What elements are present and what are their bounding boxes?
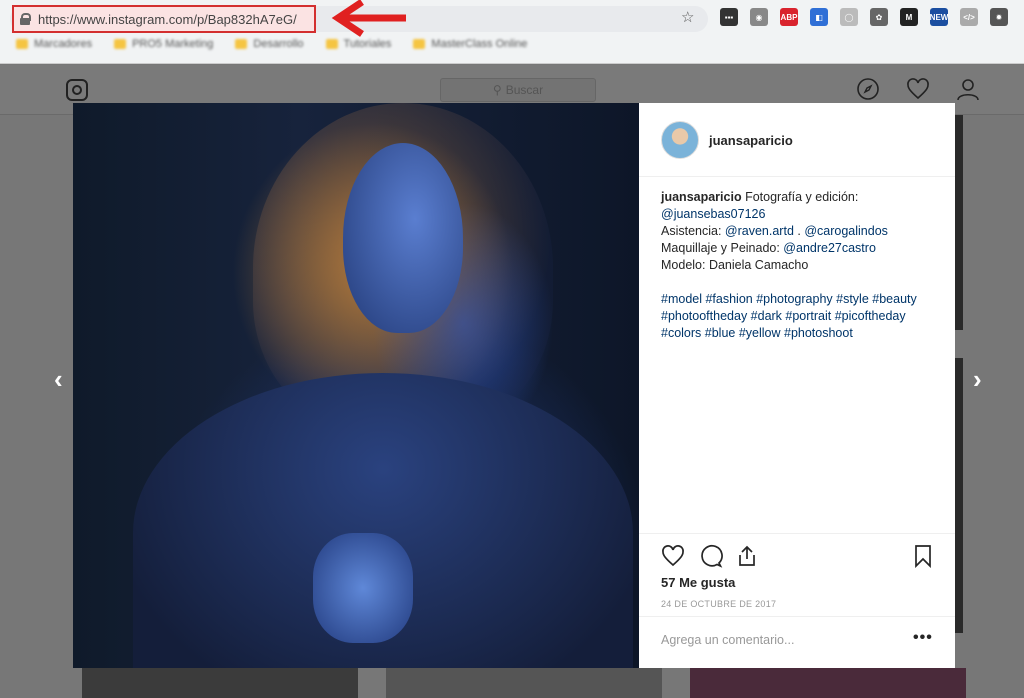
- post-photo[interactable]: [73, 103, 639, 668]
- assist-separator: .: [793, 224, 805, 238]
- extensions-toolbar: ▪▪▪ ◉ ABP ◧ ◯ ✿ M NEW </> ✹: [720, 8, 1008, 26]
- makeup-link[interactable]: @andre27castro: [783, 241, 876, 255]
- assist-link-1[interactable]: @raven.artd: [725, 224, 794, 238]
- assist-link-2[interactable]: @carogalindos: [804, 224, 888, 238]
- photo-hand: [313, 533, 413, 643]
- settings-ext-icon[interactable]: ✹: [990, 8, 1008, 26]
- hashtags[interactable]: #model #fashion #photography #style #bea…: [661, 291, 937, 342]
- instagram-logo-icon[interactable]: [66, 79, 88, 101]
- comment-bubble-icon[interactable]: [699, 544, 723, 568]
- bookmark-label: Tutoriales: [343, 38, 392, 50]
- save-bookmark-icon[interactable]: [911, 544, 935, 568]
- folder-icon: [114, 39, 127, 49]
- likes-count[interactable]: 57 Me gusta: [661, 575, 735, 590]
- bookmark-label: Desarrollo: [253, 38, 304, 50]
- header-nav: [856, 77, 980, 101]
- bookmark-star-icon[interactable]: ☆: [681, 8, 694, 26]
- post-modal: juansaparicio juansaparicio Fotografía y…: [73, 103, 955, 668]
- search-icon: ⚲: [492, 83, 502, 97]
- author-username[interactable]: juansaparicio: [709, 133, 793, 148]
- caption-intro: Fotografía y edición:: [741, 190, 859, 204]
- camera-icon[interactable]: ◉: [750, 8, 768, 26]
- post-date: 24 DE OCTUBRE DE 2017: [661, 599, 777, 609]
- new-ext-icon[interactable]: NEW: [930, 8, 948, 26]
- post-actions: [639, 533, 955, 573]
- post-sidebar: juansaparicio juansaparicio Fotografía y…: [639, 103, 955, 668]
- bookmark-item[interactable]: Marcadores: [16, 38, 92, 50]
- comment-input[interactable]: [661, 633, 901, 647]
- lock-icon: [20, 13, 31, 25]
- background-thumbnail: [955, 358, 963, 633]
- bookmark-label: Marcadores: [34, 38, 93, 50]
- photo-face: [343, 143, 463, 333]
- bookmark-label: PRO5 Marketing: [132, 38, 214, 50]
- comment-row: •••: [639, 616, 955, 668]
- bookmark-label: MasterClass Online: [431, 38, 528, 50]
- background-thumbnail: [82, 668, 358, 698]
- folder-icon: [16, 39, 28, 49]
- folder-icon: [413, 39, 426, 49]
- share-icon[interactable]: [735, 544, 759, 568]
- background-thumbnail: [690, 668, 966, 698]
- folder-icon: [235, 39, 248, 49]
- assist-label: Asistencia:: [661, 224, 725, 238]
- search-placeholder: Buscar: [505, 83, 544, 97]
- background-grid: [0, 668, 1024, 698]
- m-ext-icon[interactable]: M: [900, 8, 918, 26]
- adblock-icon[interactable]: ABP: [780, 8, 798, 26]
- browser-chrome: https://www.instagram.com/p/Bap832hA7eG/…: [0, 0, 1024, 64]
- compass-icon[interactable]: [856, 77, 880, 101]
- bookmark-item[interactable]: MasterClass Online: [413, 38, 527, 50]
- dark-ext-icon[interactable]: ▪▪▪: [720, 8, 738, 26]
- makeup-label: Maquillaje y Peinado:: [661, 241, 784, 255]
- caption-username[interactable]: juansaparicio: [661, 190, 742, 204]
- heart-icon[interactable]: [906, 77, 930, 101]
- model-line: Modelo: Daniela Camacho: [661, 258, 809, 272]
- post-caption: juansaparicio Fotografía y edición: @jua…: [661, 189, 937, 342]
- like-heart-icon[interactable]: [661, 544, 685, 568]
- bookmark-item[interactable]: Tutoriales: [325, 38, 392, 50]
- bookmarks-bar: Marcadores PRO5 Marketing Desarrollo Tutori…: [16, 38, 527, 50]
- profile-icon[interactable]: [956, 77, 980, 101]
- folder-icon: [325, 39, 338, 49]
- background-thumbnail: [955, 115, 963, 330]
- photographer-link[interactable]: @juansebas07126: [661, 207, 765, 221]
- background-thumbnail: [386, 668, 662, 698]
- more-options-icon[interactable]: •••: [913, 629, 933, 647]
- red-arrow-icon: [331, 0, 406, 37]
- code-ext-icon[interactable]: </>: [960, 8, 978, 26]
- previous-post-arrow-icon[interactable]: ‹: [54, 364, 63, 395]
- bookmark-item[interactable]: PRO5 Marketing: [114, 38, 213, 50]
- blue-ext-icon[interactable]: ◧: [810, 8, 828, 26]
- gear-ext-icon[interactable]: ✿: [870, 8, 888, 26]
- url-highlight-box[interactable]: https://www.instagram.com/p/Bap832hA7eG/: [12, 5, 316, 33]
- url-text[interactable]: https://www.instagram.com/p/Bap832hA7eG/: [38, 12, 297, 27]
- post-author-header: juansaparicio: [639, 103, 955, 177]
- bookmark-item[interactable]: Desarrollo: [235, 38, 304, 50]
- search-box[interactable]: ⚲ Buscar: [440, 78, 596, 102]
- avatar[interactable]: [661, 121, 699, 159]
- grey-circle-icon[interactable]: ◯: [840, 8, 858, 26]
- next-post-arrow-icon[interactable]: ›: [973, 364, 982, 395]
